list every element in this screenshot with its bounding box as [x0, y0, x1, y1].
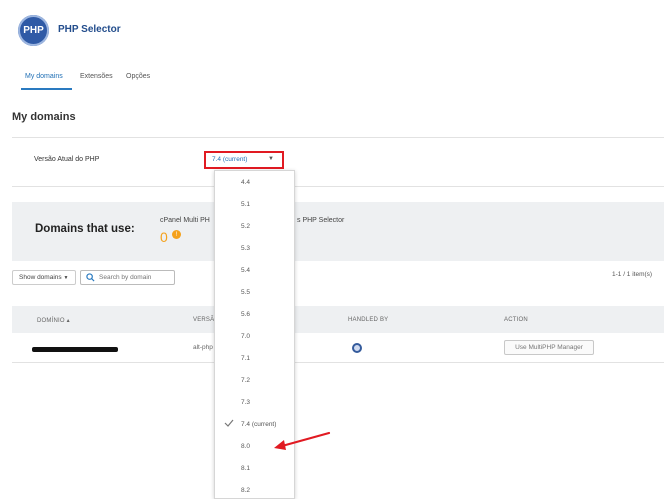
version-option[interactable]: 5.4 — [241, 267, 250, 274]
version-option[interactable]: 5.6 — [241, 311, 250, 318]
php-logo: PHP — [18, 15, 49, 46]
multiphp-label: cPanel Multi PH — [160, 217, 210, 224]
caret-down-icon: ▼ — [268, 156, 274, 162]
php-selector-label: s PHP Selector — [297, 217, 345, 224]
search-icon — [86, 273, 95, 282]
php-version-select[interactable]: 7.4 (current) ▼ — [204, 151, 284, 169]
section-title: My domains — [12, 111, 76, 123]
pagination-info: 1-1 / 1 item(s) — [612, 271, 653, 278]
cloudlinux-icon — [352, 343, 362, 353]
selected-version: 7.4 (current) — [212, 156, 248, 163]
caret-down-icon: ▼ — [63, 275, 69, 281]
php-version-label: Versão Atual do PHP — [34, 156, 100, 163]
column-handled-by: HANDLED BY — [348, 317, 389, 323]
annotation-arrow-icon — [274, 431, 331, 450]
version-option-current[interactable]: 7.4 (current) — [241, 421, 276, 428]
usage-summary: Domains that use: cPanel Multi PH s PHP … — [12, 202, 664, 261]
active-tab-indicator — [21, 88, 72, 90]
info-icon[interactable]: ! — [172, 230, 181, 239]
check-icon — [224, 419, 234, 427]
version-option[interactable]: 7.2 — [241, 377, 250, 384]
use-multiphp-manager-button[interactable]: Use MultiPHP Manager — [504, 340, 594, 355]
search-input[interactable] — [99, 272, 173, 283]
version-option[interactable]: 7.1 — [241, 355, 250, 362]
php-selector-app: PHP PHP Selector My domains Extensões Op… — [0, 0, 664, 499]
show-domains-dropdown[interactable]: Show domains ▼ — [12, 270, 76, 285]
tab-extensions[interactable]: Extensões — [80, 73, 113, 80]
version-option[interactable]: 8.0 — [241, 443, 250, 450]
column-domain[interactable]: DOMÍNIO ▴ — [37, 317, 70, 324]
table-row: alt-php Use MultiPHP Manager — [12, 333, 664, 363]
sort-icon: ▴ — [64, 318, 70, 324]
page-title: PHP Selector — [58, 24, 121, 35]
divider — [12, 137, 664, 138]
column-action: ACTION — [504, 317, 528, 323]
version-option[interactable]: 5.3 — [241, 245, 250, 252]
version-option[interactable]: 8.2 — [241, 487, 250, 494]
version-option[interactable]: 8.1 — [241, 465, 250, 472]
version-option[interactable]: 7.3 — [241, 399, 250, 406]
version-option[interactable]: 5.1 — [241, 201, 250, 208]
usage-heading: Domains that use: — [35, 223, 135, 235]
version-option[interactable]: 5.2 — [241, 223, 250, 230]
table-header: DOMÍNIO ▴ VERSÃ HANDLED BY ACTION — [12, 306, 664, 333]
info-glyph: ! — [175, 231, 178, 238]
tab-options[interactable]: Opções — [126, 73, 150, 80]
domain-name-redacted — [32, 347, 118, 352]
logo-text: PHP — [23, 25, 44, 36]
show-domains-label: Show domains — [19, 274, 62, 281]
divider — [12, 186, 664, 187]
version-option[interactable]: 5.5 — [241, 289, 250, 296]
tab-my-domains[interactable]: My domains — [25, 73, 63, 80]
multiphp-count: 0 — [160, 229, 168, 245]
version-option[interactable]: 4.4 — [241, 179, 250, 186]
column-version[interactable]: VERSÃ — [193, 317, 214, 323]
search-box[interactable] — [80, 270, 175, 285]
row-version: alt-php — [193, 344, 213, 351]
version-option[interactable]: 7.0 — [241, 333, 250, 340]
